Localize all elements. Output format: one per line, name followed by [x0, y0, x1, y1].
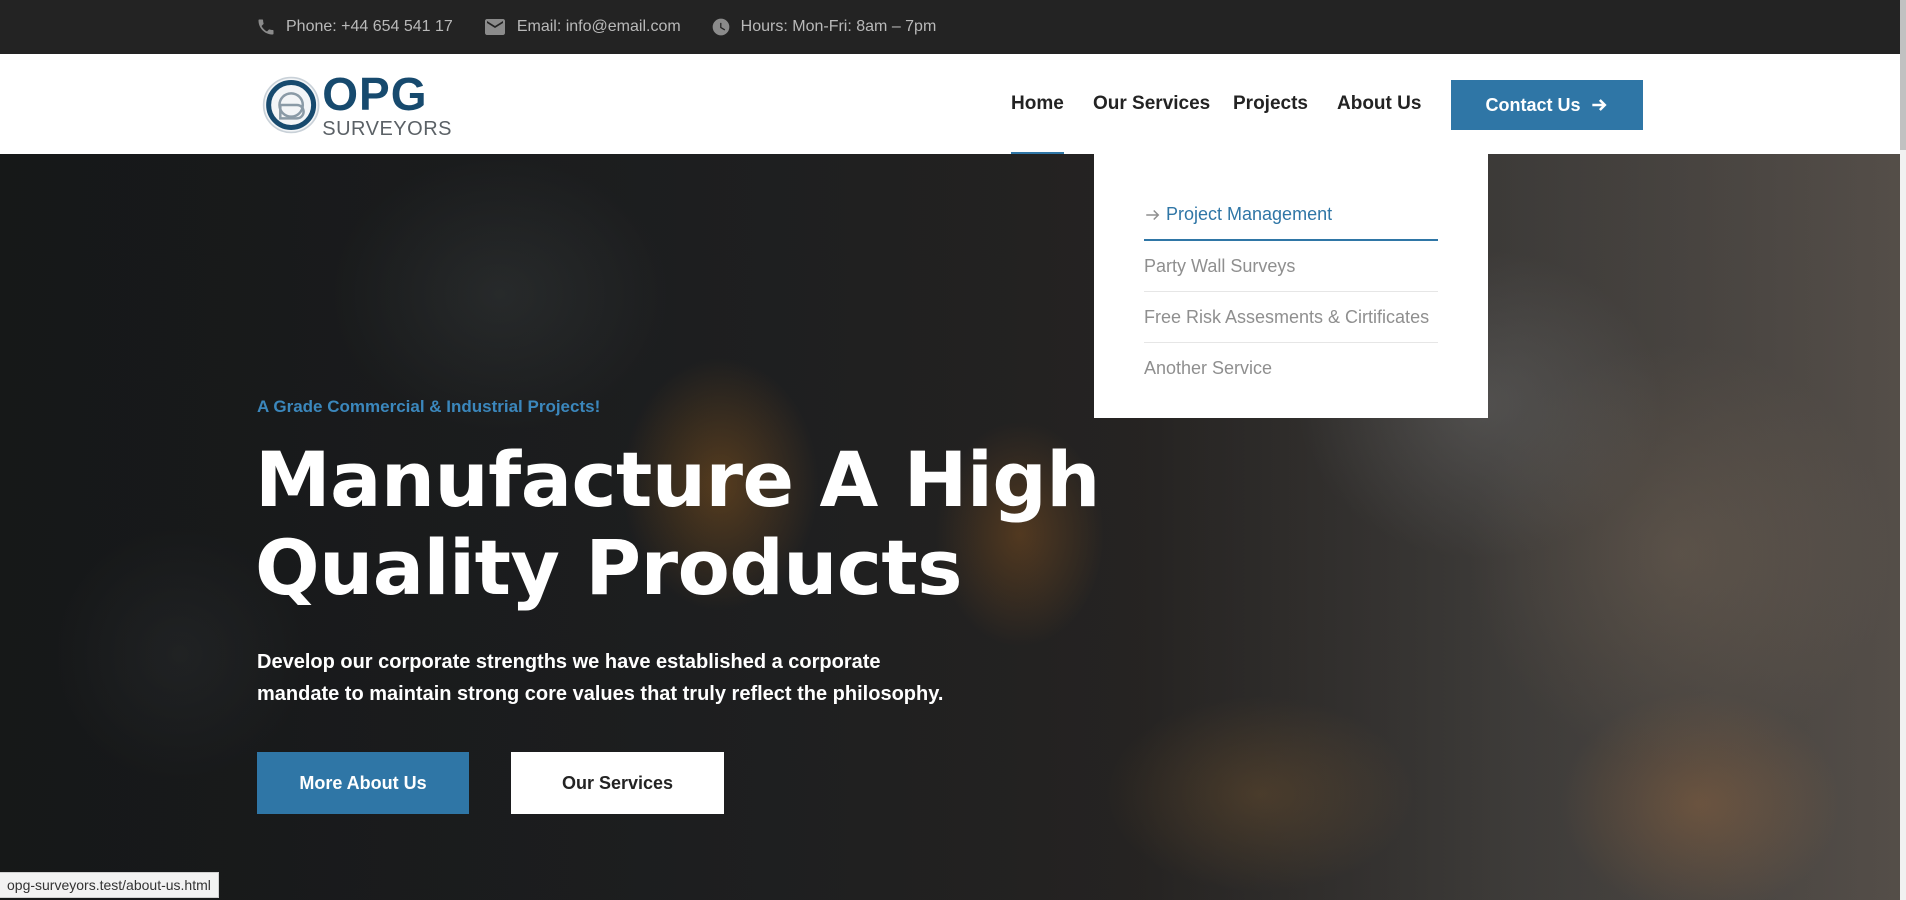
- contact-us-label: Contact Us: [1485, 94, 1581, 115]
- arrow-right-icon: [1591, 99, 1607, 111]
- dropdown-item-project-management[interactable]: Project Management: [1144, 190, 1438, 241]
- phone-icon: [258, 19, 274, 35]
- hero-title-line-2: Quality Products: [255, 523, 962, 612]
- hero-title-line-1: Manufacture A High: [255, 435, 1100, 524]
- dropdown-item-party-wall-surveys[interactable]: Party Wall Surveys: [1144, 241, 1438, 292]
- dropdown-item-label: Party Wall Surveys: [1144, 255, 1296, 276]
- hours-info: Hours: Mon-Fri: 8am – 7pm: [711, 17, 937, 37]
- hero-section: A Grade Commercial & Industrial Projects…: [0, 154, 1900, 900]
- nav-our-services[interactable]: Our Services: [1093, 54, 1210, 154]
- dropdown-item-label: Another Service: [1144, 358, 1273, 378]
- nav-projects[interactable]: Projects: [1233, 54, 1308, 154]
- email-text: Email: info@email.com: [516, 18, 681, 35]
- top-info-list: Phone: +44 654 541 17 Email: info@email.…: [256, 0, 936, 54]
- dropdown-item-label: Project Management: [1166, 204, 1333, 224]
- our-services-button[interactable]: Our Services: [511, 752, 724, 814]
- hero-description-line-1: Develop our corporate strengths we have …: [257, 651, 881, 673]
- site-logo[interactable]: OPG SURVEYORS: [262, 70, 452, 140]
- mail-icon: [484, 19, 505, 35]
- site-header: OPG SURVEYORS Home Our Services Projects…: [0, 54, 1906, 154]
- scrollbar-thumb[interactable]: [1900, 0, 1906, 150]
- contact-us-button[interactable]: Contact Us: [1451, 80, 1643, 130]
- arrow-right-icon: [1146, 209, 1160, 220]
- page-scrollbar[interactable]: [1900, 0, 1906, 900]
- clock-icon: [712, 18, 730, 36]
- hero-description-line-2: mandate to maintain strong core values t…: [257, 683, 944, 705]
- dropdown-item-free-risk-assessments[interactable]: Free Risk Assesments & Cirtificates: [1144, 292, 1438, 343]
- hero-description: Develop our corporate strengths we have …: [257, 646, 977, 710]
- phone-info[interactable]: Phone: +44 654 541 17: [256, 17, 453, 37]
- logo-text: OPG SURVEYORS: [322, 71, 452, 139]
- email-info[interactable]: Email: info@email.com: [483, 15, 681, 39]
- logo-mark-icon: [262, 76, 320, 134]
- nav-about-us[interactable]: About Us: [1337, 54, 1421, 154]
- nav-home[interactable]: Home: [1011, 54, 1064, 154]
- services-dropdown-menu: Project Management Party Wall Surveys Fr…: [1094, 154, 1488, 418]
- hero-kicker: A Grade Commercial & Industrial Projects…: [257, 397, 601, 416]
- hero-title: Manufacture A High Quality Products: [255, 436, 1155, 612]
- dropdown-item-another-service[interactable]: Another Service: [1144, 343, 1438, 394]
- hours-text: Hours: Mon-Fri: 8am – 7pm: [740, 18, 937, 35]
- phone-text: Phone: +44 654 541 17: [286, 18, 453, 35]
- top-info-bar: Phone: +44 654 541 17 Email: info@email.…: [0, 0, 1906, 54]
- browser-status-url: opg-surveyors.test/about-us.html: [0, 872, 219, 898]
- more-about-us-button[interactable]: More About Us: [257, 752, 469, 814]
- dropdown-item-label: Free Risk Assesments & Cirtificates: [1144, 306, 1430, 327]
- logo-title: OPG: [322, 68, 428, 120]
- logo-subtitle: SURVEYORS: [322, 118, 452, 140]
